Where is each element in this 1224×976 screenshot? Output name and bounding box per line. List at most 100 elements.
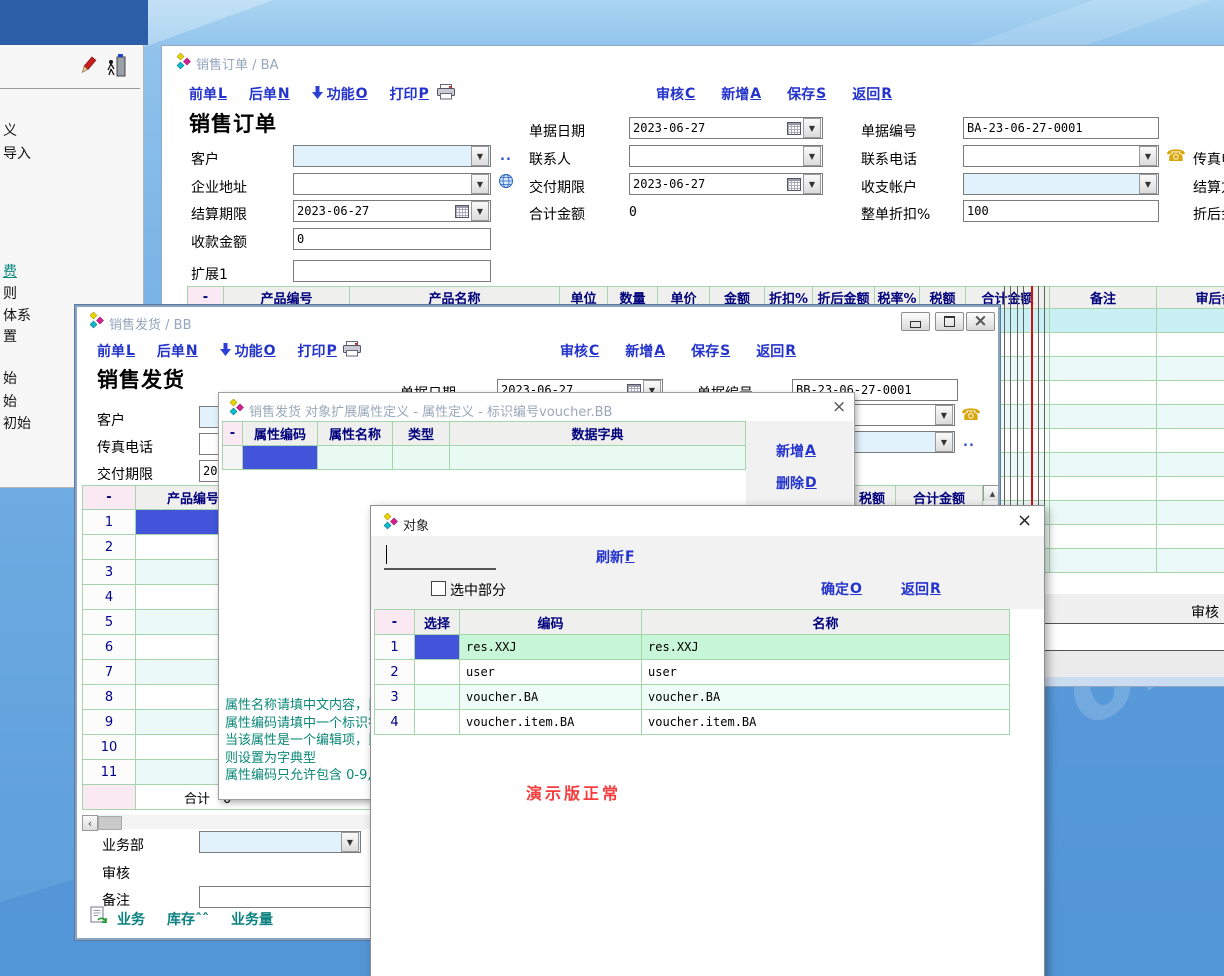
code-cell[interactable]: res.XXJ — [460, 635, 642, 660]
minimize-button[interactable] — [901, 312, 930, 331]
account-lookup-button[interactable]: .. — [963, 435, 975, 450]
doc-date-field[interactable]: 2023-06-27 ▼ — [629, 117, 823, 139]
chevron-down-icon[interactable]: ▼ — [471, 174, 489, 194]
name-cell[interactable]: res.XXJ — [642, 635, 1010, 660]
deliver-date-field[interactable]: 2023-06-27 ▼ — [629, 173, 823, 195]
name-cell[interactable]: voucher.BA — [642, 685, 1010, 710]
exit-icon[interactable] — [106, 54, 127, 82]
chevron-down-icon[interactable]: ▼ — [341, 832, 359, 852]
order-toolbar-C[interactable]: 审核C — [656, 84, 695, 104]
object-R[interactable]: 返回R — [901, 579, 941, 599]
delivery-bottom-库存ˆˆ[interactable]: 库存ˆˆ — [167, 909, 209, 929]
cell[interactable] — [1157, 429, 1224, 453]
delivery-toolbar-S[interactable]: 保存S — [691, 341, 730, 361]
cell[interactable] — [1157, 549, 1224, 573]
close-button[interactable]: × — [966, 312, 995, 331]
select-cell[interactable] — [415, 685, 460, 710]
select-cell[interactable] — [415, 710, 460, 735]
chevron-down-icon[interactable]: ▼ — [803, 146, 821, 166]
object-dialog-titlebar[interactable]: 对象 × — [371, 506, 1044, 536]
close-icon[interactable]: × — [1017, 512, 1032, 530]
cell[interactable] — [1157, 525, 1224, 549]
cell[interactable] — [1050, 501, 1157, 525]
object-O[interactable]: 确定O — [821, 579, 862, 599]
order-toolbar-P[interactable]: 打印P — [390, 84, 429, 104]
chevron-down-icon[interactable]: ▼ — [471, 201, 489, 221]
row-number[interactable]: 11 — [83, 760, 136, 785]
code-cell[interactable]: user — [460, 660, 642, 685]
ext1-field[interactable] — [293, 260, 491, 282]
cell[interactable] — [450, 446, 746, 470]
cell[interactable] — [318, 446, 393, 470]
cell[interactable] — [1157, 405, 1224, 429]
code-cell[interactable]: voucher.item.BA — [460, 710, 642, 735]
chevron-down-icon[interactable]: ▼ — [1139, 174, 1157, 194]
scrollbar-thumb[interactable] — [98, 816, 122, 830]
phone-icon[interactable]: ☎ — [1166, 146, 1186, 165]
delivery-toolbar-L[interactable]: 前单L — [97, 341, 135, 361]
delivery-titlebar[interactable]: 销售发货 / BB × — [77, 307, 998, 333]
cell[interactable] — [1050, 333, 1157, 357]
phone-combo[interactable]: ▼ — [963, 145, 1159, 167]
account-combo[interactable]: ▼ — [963, 173, 1159, 195]
row-number[interactable]: 10 — [83, 735, 136, 760]
delivery-toolbar-N[interactable]: 后单N — [157, 341, 198, 361]
selected-cell[interactable] — [243, 446, 318, 470]
customer-lookup-button[interactable]: .. — [500, 149, 512, 164]
delivery-toolbar-P[interactable]: 打印P — [298, 341, 337, 361]
row-number[interactable]: 9 — [83, 710, 136, 735]
cell[interactable] — [1050, 429, 1157, 453]
delivery-bottom-业务[interactable]: 业务 — [117, 909, 145, 929]
phone-icon[interactable]: ☎ — [961, 405, 981, 424]
sidebar-item[interactable]: 置 — [3, 326, 17, 346]
row-number[interactable]: 8 — [83, 685, 136, 710]
chevron-down-icon[interactable]: ▼ — [471, 146, 489, 166]
row-number[interactable]: 6 — [83, 635, 136, 660]
chevron-down-icon[interactable]: ▼ — [935, 432, 953, 452]
sidebar-item[interactable]: 则 — [3, 283, 17, 303]
scroll-left-button[interactable]: ‹ — [82, 815, 98, 831]
row-number[interactable]: 3 — [83, 560, 136, 585]
delivery-toolbar-R[interactable]: 返回R — [756, 341, 796, 361]
delivery-toolbar-C[interactable]: 审核C — [560, 341, 599, 361]
attr-D[interactable]: 删除D — [776, 473, 817, 493]
row-number[interactable]: 5 — [83, 610, 136, 635]
doc-no-field[interactable]: BA-23-06-27-0001 — [963, 117, 1159, 139]
cell[interactable] — [1050, 405, 1157, 429]
delivery-toolbar-A[interactable]: 新增A — [625, 341, 665, 361]
cell[interactable] — [393, 446, 450, 470]
delivery-bottom-业务量[interactable]: 业务量 — [231, 909, 273, 929]
sidebar-item[interactable]: 导入 — [3, 143, 31, 163]
code-cell[interactable]: voucher.BA — [460, 685, 642, 710]
row-number[interactable]: 4 — [375, 710, 415, 735]
refresh-doc-icon[interactable] — [90, 906, 108, 929]
row-number[interactable]: 1 — [375, 635, 415, 660]
close-icon[interactable]: × — [832, 399, 846, 416]
order-toolbar-O[interactable]: 功能O — [312, 84, 368, 104]
selected-cell[interactable] — [415, 635, 460, 660]
name-cell[interactable]: voucher.item.BA — [642, 710, 1010, 735]
select-part-checkbox[interactable] — [431, 581, 446, 596]
row-number[interactable]: 1 — [83, 510, 136, 535]
row-number[interactable]: 7 — [83, 660, 136, 685]
chevron-down-icon[interactable]: ▼ — [1139, 146, 1157, 166]
object-F[interactable]: 刷新F — [596, 547, 635, 567]
cell[interactable] — [83, 785, 136, 810]
order-toolbar-S[interactable]: 保存S — [787, 84, 826, 104]
cell[interactable] — [1050, 477, 1157, 501]
pen-icon[interactable] — [76, 55, 98, 82]
dept-combo[interactable]: ▼ — [199, 831, 361, 853]
cell[interactable] — [1157, 501, 1224, 525]
row-number[interactable]: 2 — [375, 660, 415, 685]
attr-dialog-titlebar[interactable]: 销售发货 对象扩展属性定义 - 属性定义 - 标识编号voucher.BB × — [219, 393, 854, 420]
sidebar-item[interactable]: 义 — [3, 120, 17, 140]
cell[interactable] — [1157, 477, 1224, 501]
cell[interactable] — [1050, 357, 1157, 381]
sidebar-item[interactable]: 体系 — [3, 305, 31, 325]
attr-A[interactable]: 新增A — [776, 441, 816, 461]
select-cell[interactable] — [415, 660, 460, 685]
customer-combo[interactable]: ▼ — [293, 145, 491, 167]
address-combo[interactable]: ▼ — [293, 173, 491, 195]
cell[interactable] — [1050, 549, 1157, 573]
order-toolbar-R[interactable]: 返回R — [852, 84, 892, 104]
